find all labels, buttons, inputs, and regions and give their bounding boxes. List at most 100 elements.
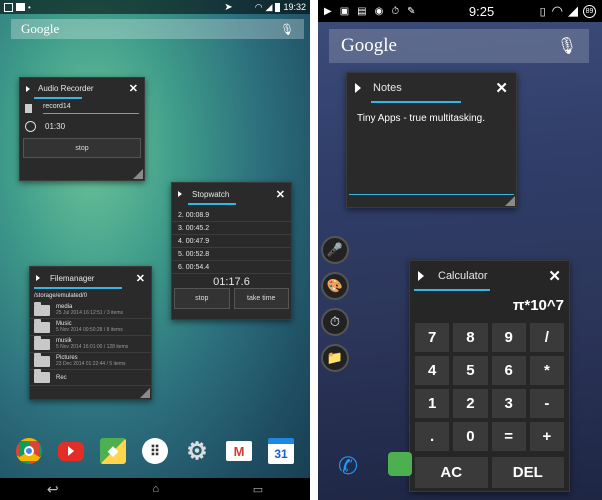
key-equals[interactable]: = — [491, 422, 526, 451]
calendar-icon[interactable]: 31 — [268, 438, 294, 464]
filemanager-launcher-icon[interactable]: 📁 — [321, 344, 349, 372]
key-decimal[interactable]: . — [415, 422, 450, 451]
vibrate-icon: ▯ — [539, 5, 546, 18]
list-item[interactable]: Pictures 23 Dec 2014 01:22:44 / 5 items — [30, 352, 151, 370]
lap-row: 4. 00:47.9 — [172, 235, 291, 248]
calculator-window[interactable]: Calculator ✕ π*10^7 7 8 9 / 4 5 6 * 1 2 … — [409, 260, 570, 492]
notification-icon — [4, 2, 13, 12]
key-divide[interactable]: / — [529, 323, 564, 352]
navigation-bar: ↩ ⌂ ▭ — [0, 478, 310, 500]
menu-arrow-icon[interactable] — [355, 83, 361, 93]
clear-button[interactable]: AC — [415, 457, 488, 488]
mic-icon[interactable]: 🎙 — [280, 23, 294, 36]
key-9[interactable]: 9 — [491, 323, 526, 352]
mic-icon[interactable]: 🎙 — [557, 36, 577, 56]
paint-launcher-icon[interactable]: 🎨 — [321, 272, 349, 300]
key-minus[interactable]: - — [529, 389, 564, 418]
audio-recorder-window[interactable]: Audio Recorder ✕ record14 01:30 stop — [19, 77, 145, 181]
audio-recorder-header[interactable]: Audio Recorder ✕ — [20, 78, 144, 99]
key-5[interactable]: 5 — [453, 356, 488, 385]
hangouts-app-icon[interactable] — [388, 452, 412, 476]
close-icon[interactable]: ✕ — [495, 79, 508, 97]
delete-button[interactable]: DEL — [491, 457, 564, 488]
resize-grip[interactable] — [133, 169, 143, 179]
stopwatch-window[interactable]: Stopwatch ✕ 2. 00:08.9 3. 00:45.2 4. 00:… — [171, 182, 292, 320]
chrome-icon[interactable] — [16, 438, 42, 464]
stop-button[interactable]: stop — [23, 138, 141, 158]
back-icon[interactable]: ↩ — [47, 481, 59, 498]
right-phone-screen: ▶ ▣ ▤ ◉ ⏱ ✎ 9:25 ▯ ◠ ◢ 89 Google 🎙 Notes… — [318, 0, 602, 500]
menu-arrow-icon[interactable] — [418, 271, 424, 281]
filename-field[interactable]: record14 — [43, 103, 139, 114]
maps-icon[interactable]: ◆ — [100, 438, 126, 464]
google-search-bar[interactable]: Google 🎙 — [329, 29, 589, 63]
close-icon[interactable]: ✕ — [136, 272, 145, 285]
key-3[interactable]: 3 — [491, 389, 526, 418]
trash-icon[interactable] — [25, 104, 32, 113]
lap-row: 5. 00:52.8 — [172, 248, 291, 261]
status-bar: ▶ ▣ ▤ ◉ ⏱ ✎ 9:25 ▯ ◠ ◢ 89 — [318, 0, 602, 22]
gmail-icon[interactable]: M — [226, 441, 252, 461]
elapsed-time: 01:30 — [45, 122, 66, 131]
app-drawer-icon[interactable]: ⠿ — [142, 438, 168, 464]
title-underline — [34, 97, 82, 99]
folder-meta: 5 Nov 2014 00:50:28 / 8 items — [56, 327, 123, 333]
folder-icon — [34, 335, 50, 350]
notes-textarea[interactable]: Tiny Apps - true multitasking. — [349, 103, 514, 195]
settings-icon[interactable]: ⚙ — [184, 438, 210, 465]
lap-row: 2. 00:08.9 — [172, 209, 291, 222]
key-6[interactable]: 6 — [491, 356, 526, 385]
left-phone-screen: • ➤ ◠ ◢ 19:32 Google 🎙 Audio Recorder ✕ … — [0, 0, 310, 500]
key-4[interactable]: 4 — [415, 356, 450, 385]
stopwatch-status-icon: ⏱ — [391, 5, 400, 17]
mic-status-icon: ◉ — [374, 5, 384, 17]
list-item[interactable]: Rec — [30, 369, 151, 386]
window-title: Notes — [373, 82, 402, 94]
notes-window[interactable]: Notes ✕ Tiny Apps - true multitasking. — [346, 72, 517, 208]
title-underline — [414, 289, 490, 291]
stopwatch-launcher-icon[interactable]: ⏱ — [321, 308, 349, 336]
folder-name: Rec — [56, 374, 67, 381]
menu-arrow-icon[interactable] — [26, 85, 30, 92]
close-icon[interactable]: ✕ — [548, 267, 561, 285]
key-2[interactable]: 2 — [453, 389, 488, 418]
close-icon[interactable]: ✕ — [276, 188, 285, 201]
resize-grip[interactable] — [140, 388, 150, 398]
take-time-button[interactable]: take time — [233, 288, 289, 309]
close-icon[interactable]: ✕ — [129, 82, 138, 95]
folder-status-icon: ▤ — [357, 5, 367, 17]
stopwatch-header[interactable]: Stopwatch ✕ — [172, 183, 291, 205]
calculator-display: π*10^7 — [512, 297, 564, 314]
status-time: 9:25 — [468, 3, 495, 19]
stop-button[interactable]: stop — [174, 288, 230, 309]
home-icon[interactable]: ⌂ — [152, 483, 159, 495]
recents-icon[interactable]: ▭ — [253, 483, 263, 496]
phone-app-icon[interactable]: ✆ — [338, 452, 364, 482]
folder-icon — [34, 352, 50, 367]
list-item[interactable]: musik 5 Nov 2014 16:01:00 / 128 items — [30, 335, 151, 353]
filemanager-header[interactable]: Filemanager ✕ — [30, 267, 151, 289]
title-underline — [188, 203, 236, 205]
notes-header[interactable]: Notes ✕ — [347, 73, 516, 103]
list-item[interactable]: Music 5 Nov 2014 00:50:28 / 8 items — [30, 318, 151, 336]
audio-recorder-launcher-icon[interactable]: 🎤 — [321, 236, 349, 264]
key-0[interactable]: 0 — [453, 422, 488, 451]
youtube-icon[interactable] — [58, 441, 84, 461]
menu-arrow-icon[interactable] — [178, 191, 182, 197]
resize-grip[interactable] — [505, 196, 515, 206]
key-1[interactable]: 1 — [415, 389, 450, 418]
key-7[interactable]: 7 — [415, 323, 450, 352]
google-search-bar[interactable]: Google 🎙 — [11, 19, 304, 39]
folder-meta: 25 Jul 2014 16:12:51 / 3 items — [56, 310, 123, 316]
key-8[interactable]: 8 — [453, 323, 488, 352]
record-row: record14 — [20, 99, 144, 114]
key-plus[interactable]: + — [529, 422, 564, 451]
key-multiply[interactable]: * — [529, 356, 564, 385]
list-item[interactable]: media 25 Jul 2014 16:12:51 / 3 items — [30, 302, 151, 319]
menu-arrow-icon[interactable] — [36, 275, 40, 281]
file-list: media 25 Jul 2014 16:12:51 / 3 items Musi… — [30, 302, 151, 392]
image-icon: ▣ — [339, 5, 350, 17]
filemanager-window[interactable]: Filemanager ✕ /storage/emulated/0 media 2… — [29, 266, 152, 400]
calculator-header[interactable]: Calculator ✕ — [410, 261, 569, 291]
folder-icon — [34, 302, 50, 316]
